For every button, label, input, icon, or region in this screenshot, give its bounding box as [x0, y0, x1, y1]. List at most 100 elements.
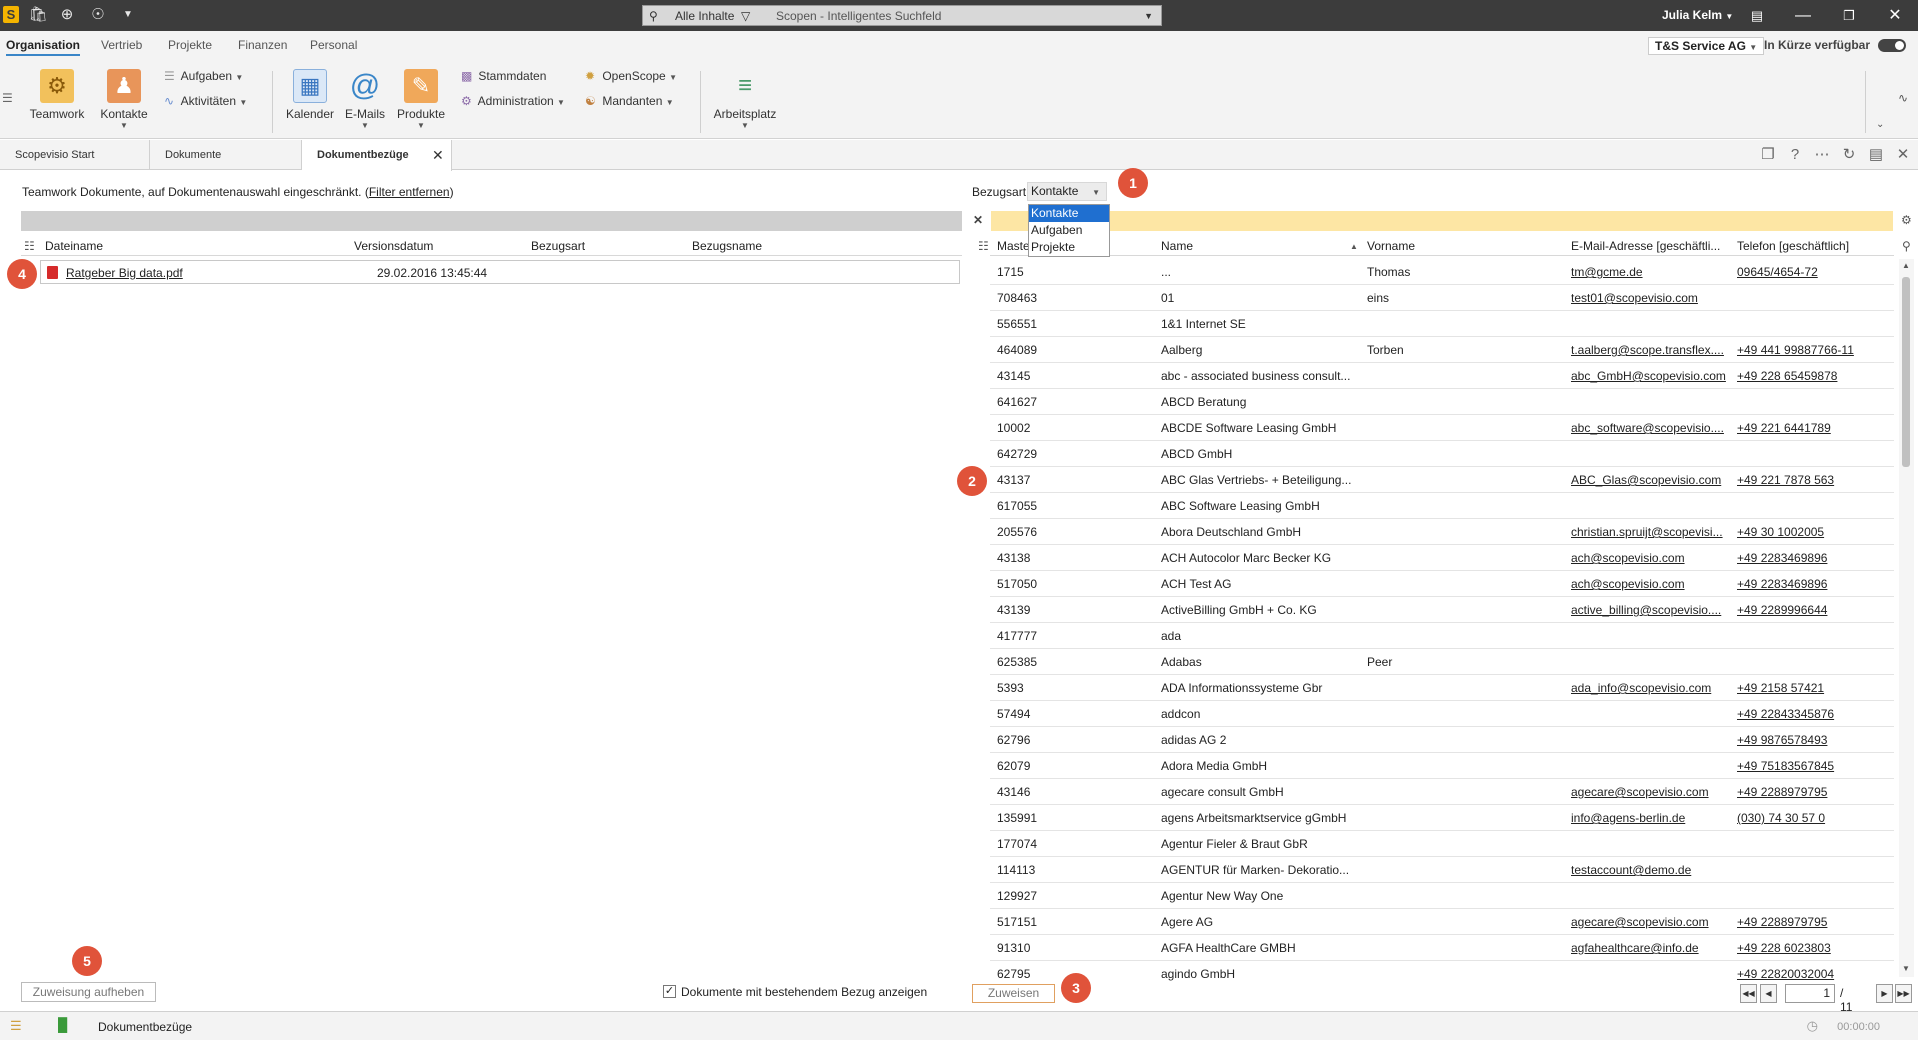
- app-logo-icon[interactable]: S: [3, 6, 19, 23]
- contact-email[interactable]: testaccount@demo.de: [1571, 863, 1731, 877]
- table-row[interactable]: 135991 agens Arbeitsmarktservice gGmbH inf…: [990, 805, 1894, 831]
- option-aufgaben[interactable]: Aufgaben: [1029, 222, 1109, 239]
- contact-email[interactable]: t.aalberg@scope.transflex....: [1571, 343, 1731, 357]
- file-name-link[interactable]: Ratgeber Big data.pdf: [66, 266, 183, 280]
- remove-filter-link[interactable]: Filter entfernen: [369, 185, 450, 199]
- contact-email[interactable]: abc_software@scopevisio....: [1571, 421, 1731, 435]
- help-icon[interactable]: ?: [1786, 147, 1804, 163]
- tab-personal[interactable]: Personal: [310, 38, 357, 52]
- tab-vertrieb[interactable]: Vertrieb: [101, 38, 142, 52]
- availability-toggle[interactable]: [1878, 39, 1906, 52]
- col-master[interactable]: Maste: [997, 239, 1030, 253]
- col-bezugsart[interactable]: Bezugsart: [531, 239, 585, 253]
- unassign-button[interactable]: Zuweisung aufheben: [21, 982, 156, 1002]
- next-page-icon[interactable]: ▶: [1876, 984, 1893, 1003]
- emails-button[interactable]: @ E-Mails ▼: [342, 69, 388, 130]
- search-input[interactable]: Scopen - Intelligentes Suchfeld: [776, 9, 941, 23]
- contact-email[interactable]: ach@scopevisio.com: [1571, 577, 1731, 591]
- contact-phone[interactable]: +49 2158 57421: [1737, 681, 1887, 695]
- first-page-icon[interactable]: ◀◀: [1740, 984, 1757, 1003]
- option-projekte[interactable]: Projekte: [1029, 239, 1109, 256]
- col-versionsdatum[interactable]: Versionsdatum: [354, 239, 433, 253]
- contact-phone[interactable]: +49 2288979795: [1737, 915, 1887, 929]
- new-window-icon[interactable]: ❐: [1759, 147, 1777, 163]
- table-row[interactable]: 641627 ABCD Beratung: [990, 389, 1894, 415]
- col-vorname[interactable]: Vorname: [1367, 239, 1415, 253]
- life-ring-icon[interactable]: ☉: [88, 5, 108, 25]
- pulse-icon[interactable]: ∿: [1898, 91, 1908, 105]
- search-scope[interactable]: Alle Inhalte: [675, 9, 734, 23]
- search-icon[interactable]: ⚲: [1902, 239, 1911, 253]
- table-row[interactable]: 43139 ActiveBilling GmbH + Co. KG active_b…: [990, 597, 1894, 623]
- scroll-thumb[interactable]: [1902, 277, 1910, 467]
- table-row[interactable]: 625385 Adabas Peer: [990, 649, 1894, 675]
- contact-email[interactable]: christian.spruijt@scopevisi...: [1571, 525, 1731, 539]
- contact-phone[interactable]: 09645/4654-72: [1737, 265, 1887, 279]
- table-row[interactable]: 43146 agecare consult GmbH agecare@scopevi…: [990, 779, 1894, 805]
- table-row[interactable]: 114113 AGENTUR für Marken- Dekoratio... te…: [990, 857, 1894, 883]
- bezugsart-select[interactable]: Kontakte ▼: [1027, 182, 1107, 201]
- col-dateiname[interactable]: Dateiname: [45, 239, 103, 253]
- table-row[interactable]: 517050 ACH Test AG ach@scopevisio.com +49 2…: [990, 571, 1894, 597]
- kalender-button[interactable]: ▦ Kalender: [283, 69, 337, 121]
- ribbon-collapse-icon[interactable]: ⌄: [1876, 119, 1884, 130]
- stammdaten-button[interactable]: ▩ Stammdaten: [461, 69, 546, 83]
- user-menu[interactable]: Julia Kelm ▼: [1662, 8, 1733, 22]
- contact-phone[interactable]: +49 9876578493: [1737, 733, 1887, 747]
- contact-phone[interactable]: +49 2288979795: [1737, 785, 1887, 799]
- tab-organisation[interactable]: Organisation: [6, 38, 81, 56]
- contact-email[interactable]: ABC_Glas@scopevisio.com: [1571, 473, 1731, 487]
- tab-finanzen[interactable]: Finanzen: [238, 38, 287, 52]
- close-tab-icon[interactable]: ✕: [432, 140, 444, 170]
- teamwork-button[interactable]: ⚙ Teamwork: [26, 69, 88, 121]
- table-row[interactable]: 205576 Abora Deutschland GmbH christian.sp…: [990, 519, 1894, 545]
- layout-icon[interactable]: ▤: [1734, 4, 1780, 28]
- page-input[interactable]: 1: [1785, 984, 1835, 1003]
- table-row[interactable]: 43137 ABC Glas Vertriebs- + Beteiligung..…: [990, 467, 1894, 493]
- contact-email[interactable]: ada_info@scopevisio.com: [1571, 681, 1731, 695]
- col-telefon[interactable]: Telefon [geschäftlich]: [1737, 239, 1849, 253]
- table-row[interactable]: 517151 Agere AG agecare@scopevisio.com +49 …: [990, 909, 1894, 935]
- contact-phone[interactable]: +49 30 1002005: [1737, 525, 1887, 539]
- arbeitsplatz-button[interactable]: ≡ Arbeitsplatz ▼: [712, 69, 778, 130]
- last-page-icon[interactable]: ▶▶: [1895, 984, 1912, 1003]
- close-icon[interactable]: ✕: [1894, 147, 1912, 163]
- bag-icon[interactable]: 🛍: [28, 5, 48, 25]
- contact-phone[interactable]: +49 228 6023803: [1737, 941, 1887, 955]
- table-row[interactable]: 464089 Aalberg Torben t.aalberg@scope.trans…: [990, 337, 1894, 363]
- table-row[interactable]: 177074 Agentur Fieler & Braut GbR: [990, 831, 1894, 857]
- prev-page-icon[interactable]: ◀: [1760, 984, 1777, 1003]
- col-name[interactable]: Name: [1161, 239, 1193, 253]
- administration-button[interactable]: ⚙ Administration ▼: [461, 94, 565, 108]
- column-settings-icon[interactable]: ☷: [24, 239, 35, 253]
- filter-icon[interactable]: ▽: [741, 9, 750, 23]
- contact-email[interactable]: abc_GmbH@scopevisio.com: [1571, 369, 1731, 383]
- table-row[interactable]: 1715... Thomas tm@gcme.de 09645/4654-72: [990, 259, 1894, 285]
- show-existing-checkbox[interactable]: ✓: [663, 985, 676, 998]
- notes-icon[interactable]: ☰: [10, 1018, 22, 1034]
- col-email[interactable]: E-Mail-Adresse [geschäftli...: [1571, 239, 1720, 253]
- filter-bar[interactable]: [991, 211, 1893, 231]
- scroll-up-icon[interactable]: ▲: [1902, 261, 1910, 270]
- contact-email[interactable]: active_billing@scopevisio....: [1571, 603, 1731, 617]
- option-kontakte[interactable]: Kontakte: [1029, 205, 1109, 222]
- contact-email[interactable]: agecare@scopevisio.com: [1571, 785, 1731, 799]
- table-row[interactable]: 91310 AGFA HealthCare GMBH agfahealthcare@…: [990, 935, 1894, 961]
- contact-phone[interactable]: (030) 74 30 57 0: [1737, 811, 1887, 825]
- search-field[interactable]: ⚲ Alle Inhalte ▽ Scopen - Intelligentes …: [642, 5, 1162, 26]
- openscope-button[interactable]: ✹ OpenScope ▼: [585, 69, 677, 83]
- minimize-icon[interactable]: —: [1780, 4, 1826, 28]
- clear-filter-icon[interactable]: ✕: [973, 213, 983, 227]
- contact-phone[interactable]: +49 22820032004: [1737, 967, 1887, 981]
- table-row[interactable]: 129927 Agentur New Way One: [990, 883, 1894, 909]
- contact-email[interactable]: ach@scopevisio.com: [1571, 551, 1731, 565]
- scroll-down-icon[interactable]: ▼: [1902, 964, 1910, 973]
- contact-email[interactable]: agecare@scopevisio.com: [1571, 915, 1731, 929]
- table-row[interactable]: 43145 abc - associated business consult..…: [990, 363, 1894, 389]
- column-settings-icon[interactable]: ☷: [978, 239, 989, 253]
- tab-dokumente[interactable]: Dokumente: [150, 140, 302, 170]
- restore-icon[interactable]: ❐: [1826, 4, 1872, 28]
- tab-scopevisio-start[interactable]: Scopevisio Start: [0, 140, 150, 170]
- table-row[interactable]: 5393 ADA Informationssysteme Gbr ada_info@…: [990, 675, 1894, 701]
- contact-phone[interactable]: +49 2289996644: [1737, 603, 1887, 617]
